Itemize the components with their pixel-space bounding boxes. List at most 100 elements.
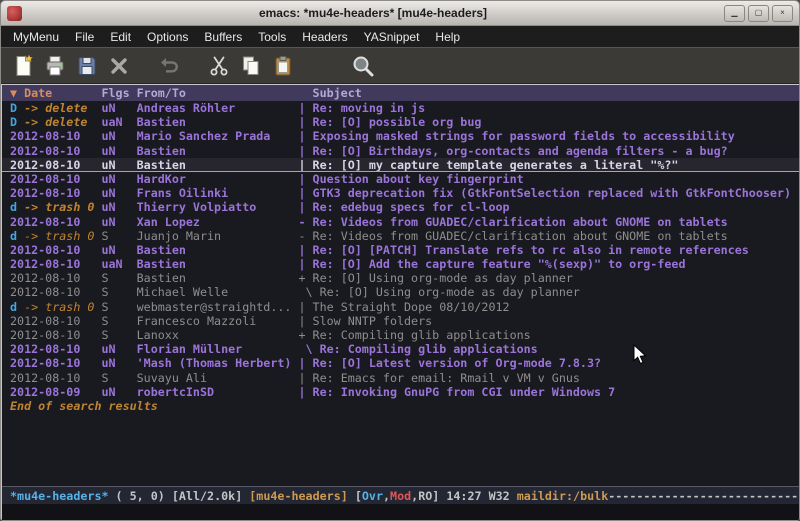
copy-button[interactable] xyxy=(235,51,267,81)
menu-bar: MyMenuFileEditOptionsBuffersToolsHeaders… xyxy=(1,26,799,47)
message-date: 2012-08-10 xyxy=(10,342,80,356)
column-date[interactable]: ▼ Date xyxy=(10,86,101,101)
menu-item-options[interactable]: Options xyxy=(139,28,196,46)
message-row[interactable]: 2012-08-10 uN Bastien | Re: [O] [PATCH] … xyxy=(2,243,799,257)
modeline-segment: -------------------------------- xyxy=(608,489,799,503)
message-from: webmaster@straightd... xyxy=(137,300,299,314)
message-row[interactable]: d -> trash 0 S Juanjo Marin - Re: Videos… xyxy=(2,229,799,243)
modeline-segment: , xyxy=(383,489,390,503)
message-date: 2012-08-10 xyxy=(10,172,80,186)
message-row[interactable]: 2012-08-10 uN Bastien | Re: [O] my captu… xyxy=(2,158,799,172)
message-row[interactable]: d -> trash 0 uN Thierry Volpiatto | Re: … xyxy=(2,200,799,214)
cut-button[interactable] xyxy=(203,51,235,81)
column-subject[interactable]: Subject xyxy=(298,86,799,101)
menu-item-edit[interactable]: Edit xyxy=(102,28,139,46)
message-row[interactable]: 2012-08-10 uN Xan Lopez - Re: Videos fro… xyxy=(2,215,799,229)
message-from: Frans Oilinki xyxy=(137,186,299,200)
message-date: 2012-08-10 xyxy=(10,158,80,171)
menu-item-mymenu[interactable]: MyMenu xyxy=(5,28,67,46)
message-from: 'Mash (Thomas Herbert) xyxy=(137,356,299,370)
message-date-cell: d -> trash 0 xyxy=(10,229,101,243)
message-row[interactable]: 2012-08-10 S Francesco Mazzoli | Slow NN… xyxy=(2,314,799,328)
message-from: Bastien xyxy=(137,158,299,171)
column-flags[interactable]: Flgs xyxy=(101,86,136,101)
message-flags: uaN xyxy=(101,257,136,271)
app-icon xyxy=(7,6,22,21)
message-date-cell: 2012-08-09 xyxy=(10,385,101,399)
modeline-segment: [mu4e-headers] xyxy=(249,489,355,503)
message-subject: - Re: Videos from GUADEC/clarification a… xyxy=(298,229,799,243)
message-flags: uN xyxy=(101,356,136,370)
message-from: Mario Sanchez Prada xyxy=(137,129,299,143)
paste-button[interactable] xyxy=(267,51,299,81)
message-date-cell: 2012-08-10 xyxy=(10,215,101,229)
message-row[interactable]: d -> trash 0 S webmaster@straightd... | … xyxy=(2,300,799,314)
message-flags: S xyxy=(101,314,136,328)
message-row[interactable]: D -> delete uaN Bastien | Re: [O] possib… xyxy=(2,115,799,129)
message-date-cell: 2012-08-10 xyxy=(10,314,101,328)
message-flags: S xyxy=(101,371,136,385)
window-title: emacs: *mu4e-headers* [mu4e-headers] xyxy=(28,6,718,20)
message-row[interactable]: 2012-08-10 uN Mario Sanchez Prada | Expo… xyxy=(2,129,799,143)
message-from: Juanjo Marin xyxy=(137,229,299,243)
message-flags: uaN xyxy=(101,115,136,129)
message-date: 2012-08-10 xyxy=(10,129,80,143)
message-subject: - Re: Videos from GUADEC/clarification a… xyxy=(298,215,799,229)
minimize-button[interactable]: ▁ xyxy=(724,5,745,22)
save-button[interactable] xyxy=(71,51,103,81)
minimize-icon: ▁ xyxy=(731,9,737,17)
message-row[interactable]: 2012-08-10 uN Bastien | Re: [O] Birthday… xyxy=(2,144,799,158)
message-row[interactable]: D -> delete uN Andreas Röhler | Re: movi… xyxy=(2,101,799,115)
message-row[interactable]: 2012-08-10 uN HardKor | Question about k… xyxy=(2,172,799,186)
message-row[interactable]: 2012-08-10 uaN Bastien | Re: [O] Add the… xyxy=(2,257,799,271)
menu-item-tools[interactable]: Tools xyxy=(250,28,294,46)
message-flags: S xyxy=(101,229,136,243)
message-row[interactable]: 2012-08-10 uN Frans Oilinki | GTK3 depre… xyxy=(2,186,799,200)
menu-item-file[interactable]: File xyxy=(67,28,102,46)
menu-item-help[interactable]: Help xyxy=(427,28,468,46)
message-row[interactable]: 2012-08-10 uN 'Mash (Thomas Herbert) | R… xyxy=(2,356,799,370)
mark-char: D xyxy=(10,115,24,129)
end-of-search-results: End of search results xyxy=(2,399,799,413)
menu-item-buffers[interactable]: Buffers xyxy=(196,28,250,46)
modeline-segment: [ xyxy=(355,489,362,503)
menu-item-yasnippet[interactable]: YASnippet xyxy=(356,28,428,46)
message-from: Francesco Mazzoli xyxy=(137,314,299,328)
message-row[interactable]: 2012-08-10 uN Florian Müllner \ Re: Comp… xyxy=(2,342,799,356)
message-date: 2012-08-10 xyxy=(10,257,80,271)
mark-action: -> trash 0 xyxy=(24,200,94,214)
menu-item-headers[interactable]: Headers xyxy=(294,28,355,46)
message-date: 2012-08-10 xyxy=(10,328,80,342)
message-row[interactable]: 2012-08-10 S Suvayu Ali | Re: Emacs for … xyxy=(2,371,799,385)
message-date: 2012-08-10 xyxy=(10,243,80,257)
message-date: 2012-08-10 xyxy=(10,186,80,200)
close-button[interactable]: × xyxy=(772,5,793,22)
kill-buffer-button[interactable] xyxy=(103,51,135,81)
title-bar[interactable]: emacs: *mu4e-headers* [mu4e-headers] ▁ ▢… xyxy=(1,1,799,26)
column-from[interactable]: From/To xyxy=(137,86,299,101)
mode-line[interactable]: *mu4e-headers* ( 5, 0) [All/2.0k] [mu4e-… xyxy=(2,486,799,504)
message-flags: uN xyxy=(101,243,136,257)
message-from: Bastien xyxy=(137,115,299,129)
maximize-button[interactable]: ▢ xyxy=(748,5,769,22)
save-icon xyxy=(75,54,99,78)
message-subject: | The Straight Dope 08/10/2012 xyxy=(298,300,799,314)
cut-icon xyxy=(207,54,231,78)
message-row[interactable]: 2012-08-10 S Lanoxx + Re: Compiling glib… xyxy=(2,328,799,342)
echo-area[interactable] xyxy=(2,504,799,520)
modeline-segment: Mod xyxy=(390,489,411,503)
message-subject: | Re: moving in js xyxy=(298,101,799,115)
modeline-segment: [All/2.0k] xyxy=(172,489,249,503)
message-row[interactable]: 2012-08-09 uN robertcInSD | Re: Invoking… xyxy=(2,385,799,399)
mark-char: d xyxy=(10,300,24,314)
undo-button[interactable] xyxy=(153,51,185,81)
message-row[interactable]: 2012-08-10 S Michael Welle \ Re: [O] Usi… xyxy=(2,285,799,299)
message-row[interactable]: 2012-08-10 S Bastien + Re: [O] Using org… xyxy=(2,271,799,285)
message-date-cell: 2012-08-10 xyxy=(10,172,101,186)
search-button[interactable] xyxy=(347,51,379,81)
message-flags: uN xyxy=(101,144,136,158)
message-list: D -> delete uN Andreas Röhler | Re: movi… xyxy=(2,101,799,399)
modeline-segment: ,RO] xyxy=(411,489,446,503)
print-button[interactable] xyxy=(39,51,71,81)
new-file-button[interactable] xyxy=(7,51,39,81)
